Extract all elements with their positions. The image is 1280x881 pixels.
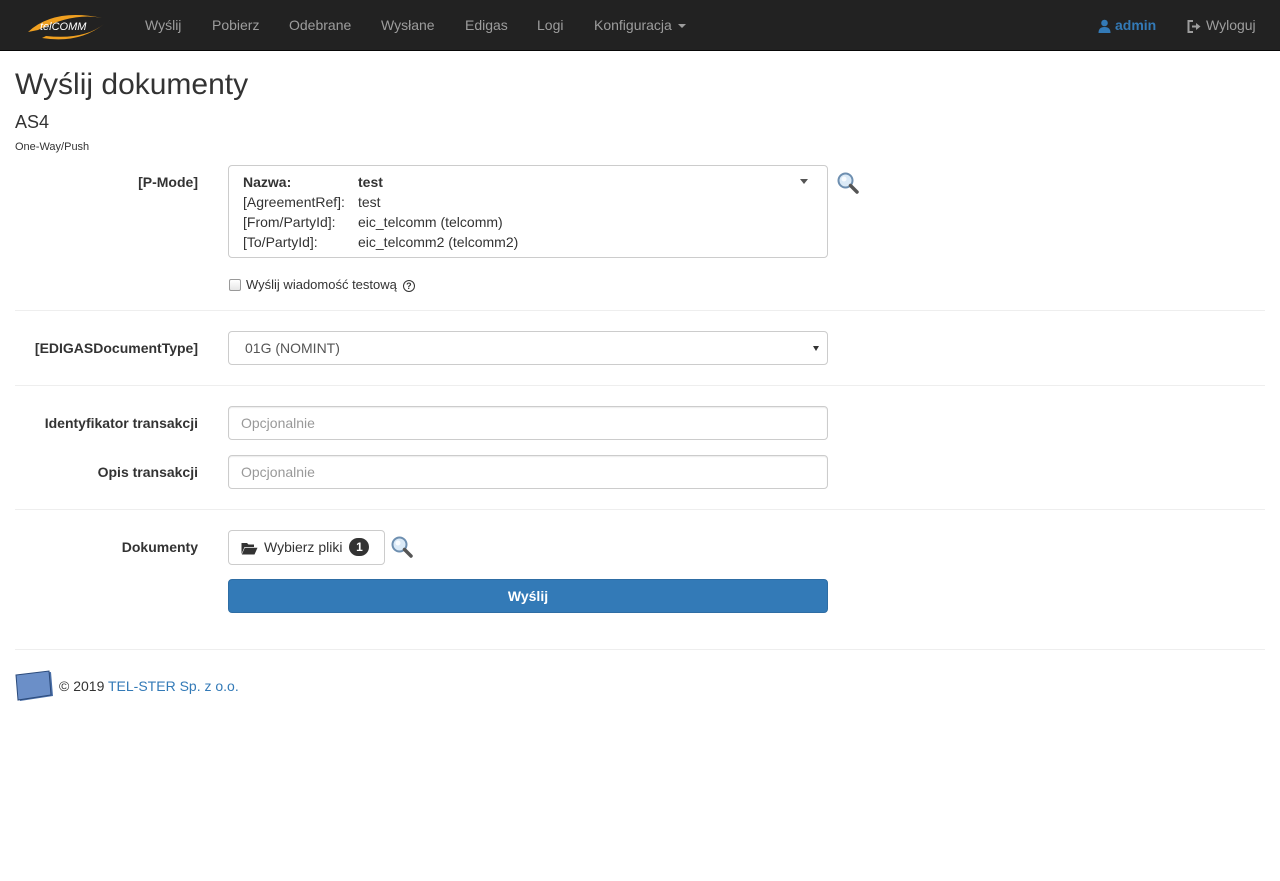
page-subtitle: AS4 bbox=[15, 112, 50, 132]
company-link[interactable]: TEL-STER Sp. z o.o. bbox=[108, 678, 239, 694]
pmode-row-from: [From/PartyId]: eic_telcomm (telcomm) bbox=[243, 214, 503, 230]
nav-item-pobierz[interactable]: Pobierz bbox=[212, 0, 259, 50]
transaction-id-label: Identyfikator transakcji bbox=[44, 415, 198, 431]
transaction-id-input[interactable] bbox=[228, 406, 828, 440]
caret-down-icon bbox=[813, 346, 819, 351]
transaction-desc-label: Opis transakcji bbox=[97, 464, 198, 480]
pmode-row-to: [To/PartyId]: eic_telcomm2 (telcomm2) bbox=[243, 234, 518, 250]
nav-item-wyslane[interactable]: Wysłane bbox=[381, 0, 435, 50]
footer-copyright: © 2019 TEL-STER Sp. z o.o. bbox=[59, 678, 239, 694]
pmode-value: test bbox=[358, 194, 381, 210]
page-title: Wyślij dokumenty bbox=[15, 68, 249, 101]
test-message-option: Wyślij wiadomość testową? bbox=[229, 277, 415, 292]
documents-label: Dokumenty bbox=[121, 539, 198, 555]
pmode-row-agreement: [AgreementRef]: test bbox=[243, 194, 381, 210]
pmode-key: [From/PartyId]: bbox=[243, 214, 336, 230]
caret-down-icon bbox=[677, 24, 686, 29]
user-menu[interactable]: admin bbox=[1098, 0, 1156, 50]
logout-icon bbox=[1187, 19, 1201, 33]
divider bbox=[15, 310, 1265, 311]
divider bbox=[15, 509, 1265, 510]
pmode-value: test bbox=[358, 174, 383, 190]
nav-item-logi[interactable]: Logi bbox=[537, 0, 563, 50]
top-navbar: telCOMM Wyślij Pobierz Odebrane Wysłane … bbox=[0, 0, 1280, 51]
nav-item-wyslij[interactable]: Wyślij bbox=[145, 0, 181, 50]
pmode-key: Nazwa: bbox=[243, 174, 292, 190]
user-icon bbox=[1098, 19, 1111, 34]
send-button[interactable]: Wyślij bbox=[228, 579, 828, 613]
telster-logo bbox=[15, 670, 53, 701]
pmode-preview-magnifier-icon[interactable] bbox=[836, 171, 860, 195]
pmode-select[interactable]: Nazwa: test [AgreementRef]: test [From/Par… bbox=[228, 165, 828, 258]
choose-files-button[interactable]: Wybierz pliki 1 bbox=[228, 530, 385, 565]
user-name: admin bbox=[1115, 17, 1157, 33]
copyright-text: © 2019 bbox=[59, 678, 105, 694]
logout-label: Wyloguj bbox=[1206, 17, 1256, 33]
divider bbox=[15, 385, 1265, 386]
caret-down-icon bbox=[800, 179, 808, 184]
file-count-badge: 1 bbox=[349, 538, 370, 556]
mode-note: One-Way/Push bbox=[15, 141, 90, 153]
doc-type-label: [EDIGASDocumentType] bbox=[34, 340, 198, 356]
test-message-checkbox[interactable] bbox=[229, 279, 241, 291]
pmode-key: [To/PartyId]: bbox=[243, 234, 318, 250]
transaction-desc-input[interactable] bbox=[228, 455, 828, 489]
pmode-value: eic_telcomm (telcomm) bbox=[358, 214, 503, 230]
doc-type-select[interactable]: 01G (NOMINT) bbox=[228, 331, 828, 365]
folder-open-icon bbox=[241, 542, 258, 555]
test-message-label[interactable]: Wyślij wiadomość testową bbox=[246, 277, 397, 292]
doc-type-value: 01G (NOMINT) bbox=[245, 340, 340, 356]
divider bbox=[15, 649, 1265, 650]
nav-item-odebrane[interactable]: Odebrane bbox=[289, 0, 351, 50]
pmode-key: [AgreementRef]: bbox=[243, 194, 345, 210]
pmode-label: [P-Mode] bbox=[138, 174, 198, 190]
nav-item-edigas[interactable]: Edigas bbox=[465, 0, 508, 50]
nav-item-konfiguracja-label: Konfiguracja bbox=[594, 17, 672, 33]
pmode-value: eic_telcomm2 (telcomm2) bbox=[358, 234, 519, 250]
telcomm-logo[interactable]: telCOMM bbox=[24, 10, 108, 42]
choose-files-label: Wybierz pliki bbox=[264, 539, 343, 555]
logout-link[interactable]: Wyloguj bbox=[1187, 0, 1256, 50]
documents-preview-magnifier-icon[interactable] bbox=[390, 535, 414, 559]
help-icon[interactable]: ? bbox=[402, 280, 415, 292]
pmode-row-name: Nazwa: test bbox=[243, 174, 383, 190]
nav-item-konfiguracja[interactable]: Konfiguracja bbox=[594, 0, 686, 50]
svg-text:telCOMM: telCOMM bbox=[40, 21, 87, 33]
